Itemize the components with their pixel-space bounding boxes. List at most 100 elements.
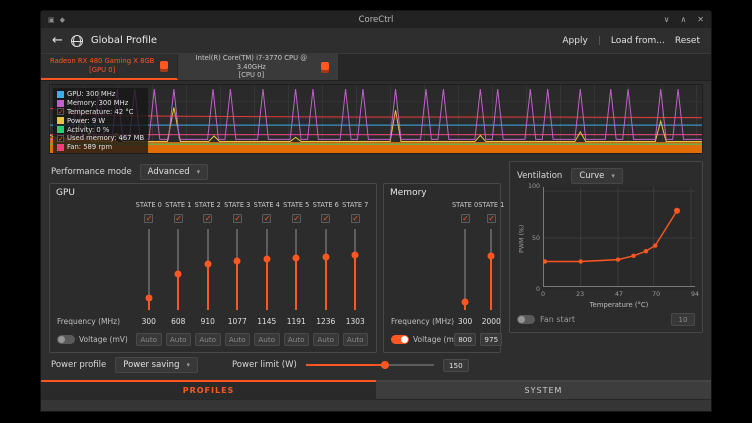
voltage-value[interactable]: Auto [284,333,310,346]
legend-checkbox[interactable] [57,100,64,107]
power-limit-slider[interactable] [306,359,434,371]
frequency-slider[interactable] [261,227,273,312]
state-checkbox[interactable] [233,214,242,223]
legend-item[interactable]: ✓Temperature: 42 °C [57,108,144,117]
toolbar-actions: Apply|Load from...Reset [562,36,700,46]
fan-start-value[interactable]: 10 [671,313,695,326]
frequency-slider[interactable] [172,227,184,312]
frequency-value: 1236 [316,317,335,326]
voltage-toggle[interactable] [391,335,409,344]
slider-knob[interactable] [175,270,182,277]
fan-curve-chart: PWM (%) 050100 023477094 Temperature (°C… [517,187,695,308]
performance-mode-row: Performance mode Advanced [49,161,501,183]
voltage-value[interactable]: Auto [254,333,280,346]
maximize-button[interactable]: ∧ [680,15,686,24]
voltage-toggle[interactable] [57,335,75,344]
voltage-value[interactable]: Auto [136,333,162,346]
slider-knob[interactable] [462,298,469,305]
voltage-value[interactable]: Auto [313,333,339,346]
voltage-value[interactable]: 800 [454,333,476,346]
state-checkbox[interactable] [321,214,330,223]
legend-item[interactable]: Power: 9 W [57,116,144,125]
state-checkbox[interactable] [351,214,360,223]
titlebar[interactable]: ▣ ◆ CoreCtrl ∨ ∧ ✕ [41,11,711,28]
toolbar-action-apply[interactable]: Apply [562,36,587,46]
slider-knob[interactable] [234,258,241,265]
legend-checkbox[interactable] [57,91,64,98]
legend-checkbox[interactable] [57,117,64,124]
legend-label: Used memory: 467 MB [67,134,144,142]
state-label: STATE 3 [224,201,250,209]
legend-checkbox[interactable] [57,126,64,133]
legend-checkbox[interactable]: ✓ [57,135,64,142]
power-limit-value[interactable]: 150 [443,359,469,372]
legend-item[interactable]: Fan: 589 rpm [57,143,144,152]
frequency-slider[interactable] [202,227,214,312]
legend-checkbox[interactable] [57,144,64,151]
close-button[interactable]: ✕ [697,15,704,24]
state-label: STATE 2 [195,201,221,209]
frequency-slider[interactable] [290,227,302,312]
back-button[interactable]: ← [52,34,63,47]
bottom-tab-profiles[interactable]: PROFILES [41,380,376,399]
state-checkbox[interactable] [174,214,183,223]
device-tab[interactable]: Radeon RX 480 Gaming X 8GB[GPU 0] [41,54,178,80]
minimize-button[interactable]: ∨ [664,15,670,24]
slider-fill [266,257,268,310]
voltage-value[interactable]: Auto [166,333,192,346]
toolbar-action-load-from-[interactable]: Load from... [611,36,665,46]
toolbar-action-reset[interactable]: Reset [675,36,700,46]
voltage-value[interactable]: 975 [480,333,502,346]
frequency-slider[interactable] [485,227,497,312]
slider-knob[interactable] [352,252,359,259]
slider-knob[interactable] [293,255,300,262]
fan-curve-point[interactable] [631,254,635,258]
frequency-slider[interactable] [143,227,155,312]
fan-curve-point[interactable] [579,259,583,263]
fan-curve-point[interactable] [674,208,680,214]
frequency-slider[interactable] [231,227,243,312]
frequency-slider[interactable] [349,227,361,312]
legend-item[interactable]: GPU: 300 MHz [57,90,144,99]
state-checkbox[interactable] [487,214,496,223]
fan-curve-point[interactable] [543,259,547,263]
ventilation-mode-select[interactable]: Curve [571,168,623,184]
state-checkbox[interactable] [461,214,470,223]
device-tab[interactable]: Intel(R) Core(TM) i7-3770 CPU @ 3.40GHz[… [178,54,339,80]
legend-item[interactable]: Activity: 0 % [57,125,144,134]
monitor-graph[interactable]: GPU: 300 MHzMemory: 300 MHz✓Temperature:… [49,84,703,154]
voltage-value[interactable]: Auto [225,333,251,346]
fan-start-toggle[interactable] [517,315,535,324]
memory-box: Memory STATE 0STATE 1Frequency (MHz)3002… [383,183,501,353]
legend-item[interactable]: Memory: 300 MHz [57,99,144,108]
legend-checkbox[interactable]: ✓ [57,108,64,115]
legend-label: Fan: 589 rpm [67,143,112,151]
frequency-slider[interactable] [459,227,471,312]
fan-curve-point[interactable] [653,243,657,247]
pin-icon[interactable]: ◆ [60,15,65,25]
fan-curve-plot[interactable] [543,187,695,290]
slider-knob[interactable] [263,256,270,263]
fan-curve-point[interactable] [616,257,620,261]
frequency-slider[interactable] [320,227,332,312]
slider-knob[interactable] [145,295,152,302]
slider-fill [207,262,209,310]
bottom-tab-system[interactable]: SYSTEM [376,380,711,399]
state-checkbox[interactable] [144,214,153,223]
voltage-value[interactable]: Auto [343,333,369,346]
slider-fill [490,254,492,310]
voltage-value[interactable]: Auto [195,333,221,346]
power-profile-select[interactable]: Power saving [115,357,198,373]
slider-knob[interactable] [204,261,211,268]
state-checkbox[interactable] [292,214,301,223]
performance-mode-select[interactable]: Advanced [140,164,209,180]
legend-item[interactable]: ✓Used memory: 467 MB [57,134,144,143]
slider-knob[interactable] [322,253,329,260]
power-limit-knob[interactable] [381,361,389,369]
state-checkbox[interactable] [262,214,271,223]
state-checkbox[interactable] [203,214,212,223]
ventilation-mode-value: Curve [579,171,604,181]
fan-curve-point[interactable] [644,249,648,253]
slider-knob[interactable] [488,252,495,259]
y-tick-label: 50 [532,235,540,242]
